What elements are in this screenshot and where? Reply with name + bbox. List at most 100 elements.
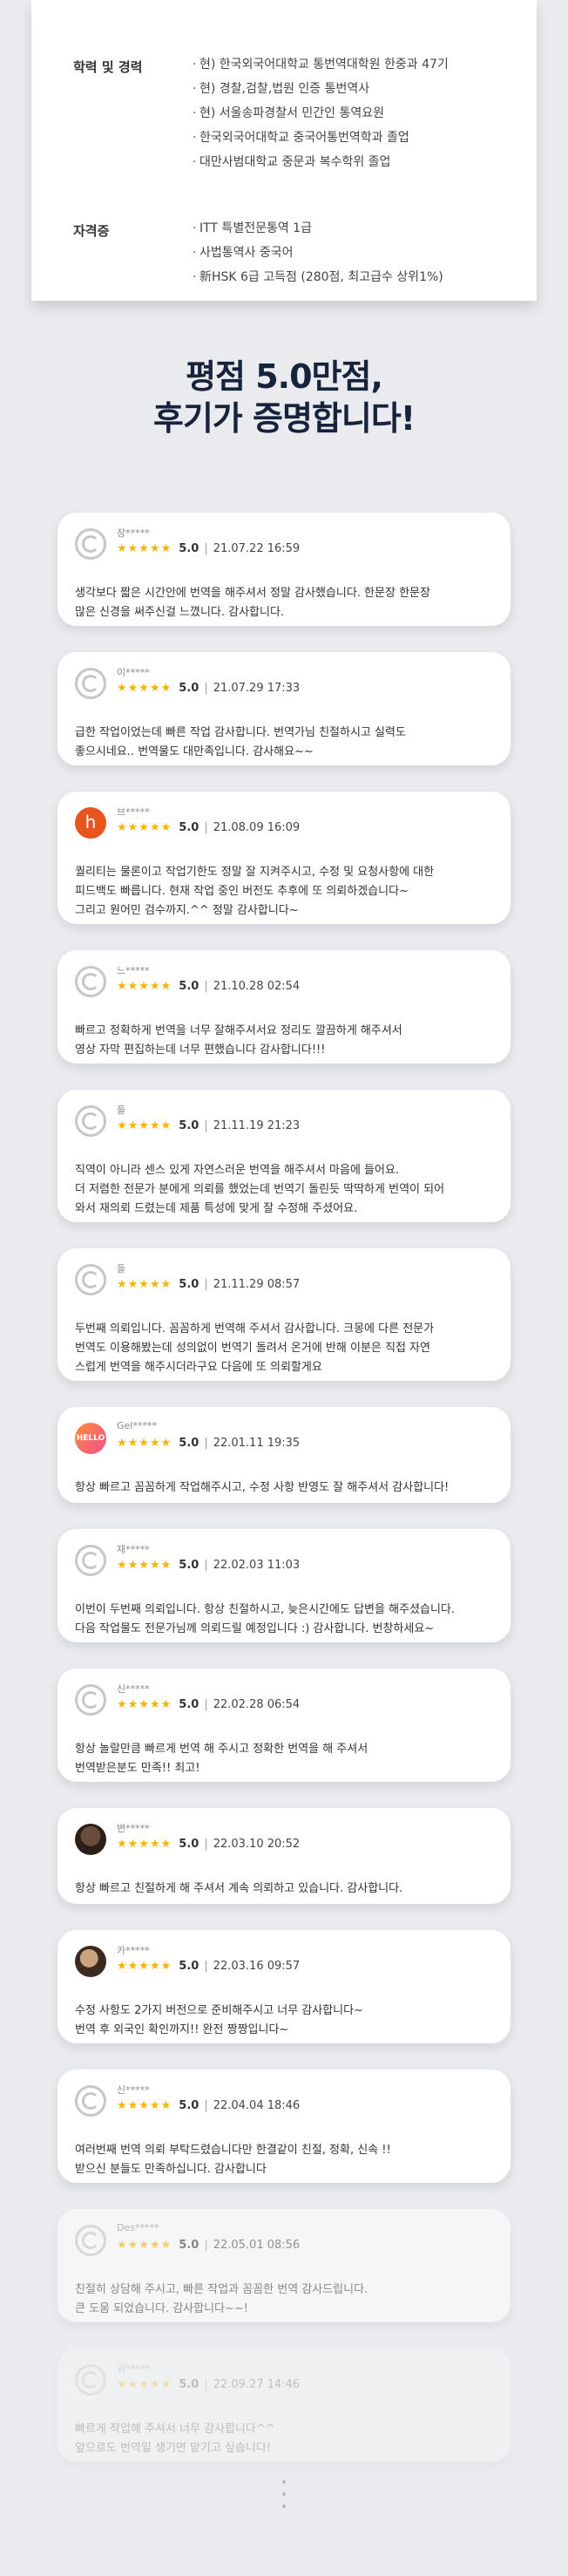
more-dots-icon bbox=[281, 2480, 287, 2517]
review-meta: ★★★★★ 5.0 | 21.07.29 17:33 bbox=[117, 682, 301, 695]
review-text: 항상 빠르고 친절하게 해 주셔서 계속 의뢰하고 있습니다. 감사합니다. bbox=[75, 1879, 502, 1899]
review-score: 5.0 bbox=[179, 2239, 199, 2252]
review-username: 신***** bbox=[117, 2084, 150, 2096]
review-meta: ★★★★★ 5.0 | 22.02.03 11:03 bbox=[117, 1559, 301, 1572]
review-meta: ★★★★★ 5.0 | 22.01.11 19:35 bbox=[117, 1437, 301, 1450]
review-meta: ★★★★★ 5.0 | 22.09.27 14:46 bbox=[117, 2378, 301, 2391]
star-icon: ★★★★★ bbox=[117, 821, 172, 834]
review-card: 카***** ★★★★★ 5.0 | 22.03.16 09:57 수정 사항도 2가… bbox=[57, 1930, 511, 2043]
review-text-line: 많은 신경을 써주신걸 느꼈니다. 감사합니다. bbox=[75, 606, 285, 619]
review-score: 5.0 bbox=[179, 1960, 199, 1973]
review-username: 들 bbox=[117, 1104, 126, 1116]
review-text-line: 이번이 두번째 의뢰입니다. 항상 친절하시고, 늦은시간에도 답변을 해주셨습… bbox=[75, 1603, 456, 1616]
star-icon: ★★★★★ bbox=[117, 1838, 172, 1851]
review-card: 장***** ★★★★★ 5.0 | 21.07.22 16:59 생각보다 짧은 시… bbox=[57, 513, 511, 626]
review-meta: ★★★★★ 5.0 | 22.04.04 18:46 bbox=[117, 2099, 301, 2112]
review-text-line: 여러번째 번역 의뢰 부탁드렸습니다만 한결같이 친절, 정확, 신속 !! bbox=[75, 2144, 391, 2157]
review-text-line: 생각보다 짧은 시간안에 번역을 해주셔서 정말 감사했습니다. 한문장 한문장 bbox=[75, 587, 430, 600]
review-date: 22.02.28 06:54 bbox=[213, 1698, 301, 1711]
user-avatar-icon bbox=[75, 1824, 106, 1855]
review-meta: ★★★★★ 5.0 | 21.11.19 21:23 bbox=[117, 1119, 301, 1132]
review-card: 들 ★★★★★ 5.0 | 21.11.29 08:57 두번째 의뢰입니다. 꼼꼼하… bbox=[57, 1248, 511, 1381]
review-date: 21.08.09 16:09 bbox=[213, 821, 301, 834]
review-meta: ★★★★★ 5.0 | 22.03.10 20:52 bbox=[117, 1838, 301, 1851]
review-date: 21.07.29 17:33 bbox=[213, 682, 301, 695]
review-text-line: 번역도 이용해봤는데 성의없이 번역기 돌려서 온거에 반해 이분은 직접 자연 bbox=[75, 1342, 430, 1355]
review-date: 22.04.04 18:46 bbox=[213, 2099, 301, 2112]
education-label: 학력 및 경력 bbox=[73, 59, 143, 75]
star-icon: ★★★★★ bbox=[117, 2239, 172, 2252]
star-icon: ★★★★★ bbox=[117, 2378, 172, 2391]
review-date: 22.05.01 08:56 bbox=[213, 2239, 301, 2252]
review-text-line: 더 저렴한 전문가 분에게 의뢰를 했었는데 번역기 돌린듯 딱딱하게 번역이 … bbox=[75, 1183, 445, 1196]
review-text: 퀄리티는 물론이고 작업기한도 정말 잘 지켜주시고, 수정 및 요청사항에 대… bbox=[75, 863, 502, 921]
review-meta: ★★★★★ 5.0 | 21.07.22 16:59 bbox=[117, 542, 301, 555]
certification-list: ITT 특별전문통역 1급 사법통역사 중국어 新HSK 6급 고득점 (280… bbox=[193, 216, 541, 289]
star-icon: ★★★★★ bbox=[117, 1698, 172, 1711]
review-card: 재***** ★★★★★ 5.0 | 22.02.03 11:03 이번이 두번째 의… bbox=[57, 1529, 511, 1642]
review-score: 5.0 bbox=[179, 542, 199, 555]
star-icon: ★★★★★ bbox=[117, 1278, 172, 1291]
review-username: 신***** bbox=[117, 1683, 150, 1695]
education-item: 한국외국어대학교 중국어통번역학과 졸업 bbox=[193, 126, 541, 150]
review-text-line: 두번째 의뢰입니다. 꼼꼼하게 번역해 주셔서 감사합니다. 크몽에 다른 전문… bbox=[75, 1322, 435, 1336]
review-text: 빠르고 정확하게 번역을 너무 잘해주셔서요 정리도 깔끔하게 해주셔서 영상 … bbox=[75, 1022, 502, 1060]
review-text-line: 항상 빠르고 친절하게 해 주셔서 계속 의뢰하고 있습니다. 감사합니다. bbox=[75, 1882, 403, 1895]
user-avatar-icon bbox=[75, 1684, 106, 1716]
review-text: 직역이 아니라 센스 있게 자연스러운 번역을 해주셔서 마음에 들어요. 더 … bbox=[75, 1161, 502, 1219]
review-text: 항상 놀랄만큼 빠르게 번역 해 주시고 정확한 번역을 해 주셔서 번역받은분… bbox=[75, 1740, 502, 1778]
star-icon: ★★★★★ bbox=[117, 1119, 172, 1132]
review-date: 21.11.19 21:23 bbox=[213, 1119, 301, 1132]
review-date: 22.03.16 09:57 bbox=[213, 1960, 301, 1973]
review-text: 수정 사항도 2가지 버전으로 준비해주시고 너무 감사합니다~ 번역 후 외국… bbox=[75, 2002, 502, 2040]
review-score: 5.0 bbox=[179, 1838, 199, 1851]
review-page: 학력 및 경력 현) 한국외국어대학교 통번역대학원 한중과 47기 현) 경찰… bbox=[0, 0, 568, 2576]
profile-credentials-card: 학력 및 경력 현) 한국외국어대학교 통번역대학원 한중과 47기 현) 경찰… bbox=[31, 0, 537, 301]
review-username: 장***** bbox=[117, 527, 150, 539]
review-card: 이***** ★★★★★ 5.0 | 21.07.29 17:33 급한 작업이었는데… bbox=[57, 652, 511, 765]
review-date: 21.11.29 08:57 bbox=[213, 1278, 301, 1291]
review-username: 들 bbox=[117, 1263, 126, 1274]
review-text-line: 피드백도 빠릅니다. 현재 작업 중인 버전도 추후에 또 의뢰하겠습니다~ bbox=[75, 885, 409, 898]
headline-line-2: 후기가 증명합니다! bbox=[152, 399, 416, 438]
user-avatar-icon bbox=[75, 966, 106, 997]
star-icon: ★★★★★ bbox=[117, 1559, 172, 1572]
review-username: 귀***** bbox=[117, 2363, 150, 2375]
review-card: 신***** ★★★★★ 5.0 | 22.04.04 18:46 여러번째 번역 의… bbox=[57, 2070, 511, 2183]
review-text-line: 번역받은분도 만족!! 최고! bbox=[75, 1762, 200, 1775]
user-avatar-icon bbox=[75, 668, 106, 699]
review-text-line: 영상 자막 편집하는데 너무 편했습니다 감사합니다!!! bbox=[75, 1043, 326, 1057]
user-avatar-icon bbox=[75, 1105, 106, 1137]
review-text-line: 빠르게 작업해 주셔서 너무 감사합니다^^ bbox=[75, 2423, 275, 2436]
user-avatar-icon: h bbox=[75, 807, 106, 839]
review-text-line: 다음 작업물도 전문가님께 의뢰드릴 예정입니다 :) 감사합니다. 번창하세요… bbox=[75, 1622, 435, 1635]
review-text: 급한 작업이었는데 빠른 작업 감사합니다. 번역가님 친절하시고 실력도 좋으… bbox=[75, 724, 502, 762]
user-avatar-icon bbox=[75, 528, 106, 560]
review-date: 22.02.03 11:03 bbox=[213, 1559, 301, 1572]
review-text: 항상 빠르고 꼼꼼하게 작업해주시고, 수정 사항 반영도 잘 해주셔서 감사합… bbox=[75, 1478, 502, 1498]
review-text-line: 좋으시네요.. 번역물도 대만족입니다. 감사해요~~ bbox=[75, 745, 314, 758]
review-meta: ★★★★★ 5.0 | 21.08.09 16:09 bbox=[117, 821, 301, 834]
user-avatar-icon bbox=[75, 2225, 106, 2256]
review-username: 느***** bbox=[117, 965, 150, 976]
review-text: 두번째 의뢰입니다. 꼼꼼하게 번역해 주셔서 감사합니다. 크몽에 다른 전문… bbox=[75, 1320, 502, 1377]
review-text-line: 퀄리티는 물론이고 작업기한도 정말 잘 지켜주시고, 수정 및 요청사항에 대… bbox=[75, 866, 435, 879]
review-card: 변***** ★★★★★ 5.0 | 22.03.10 20:52 항상 빠르고 친절… bbox=[57, 1808, 511, 1904]
review-text-line: 빠르고 정확하게 번역을 너무 잘해주셔서요 정리도 깔끔하게 해주셔서 bbox=[75, 1024, 402, 1037]
review-text-line: 와서 재의뢰 드렸는데 제품 특성에 맞게 잘 수정해 주셨어요. bbox=[75, 1202, 358, 1215]
review-date: 21.10.28 02:54 bbox=[213, 980, 301, 993]
star-icon: ★★★★★ bbox=[117, 1437, 172, 1450]
review-text-line: 수정 사항도 2가지 버전으로 준비해주시고 너무 감사합니다~ bbox=[75, 2004, 363, 2017]
user-avatar-icon bbox=[75, 2364, 106, 2396]
review-text: 이번이 두번째 의뢰입니다. 항상 친절하시고, 늦은시간에도 답변을 해주셨습… bbox=[75, 1601, 502, 1639]
rating-headline: 평점 5.0만점, 후기가 증명합니다! bbox=[0, 356, 568, 439]
review-username: 카***** bbox=[117, 1945, 150, 1956]
review-text-line: 받으신 분들도 만족하십니다. 감사합니다 bbox=[75, 2163, 267, 2176]
review-text-line: 번역 후 외국인 확인까지!! 완전 짱짱입니다~ bbox=[75, 2023, 289, 2036]
review-card: 귀***** ★★★★★ 5.0 | 22.09.27 14:46 빠르게 작업해 주… bbox=[57, 2348, 511, 2462]
review-text-line: 친절히 상담해 주시고, 빠른 작업과 꼼꼼한 번역 감사드립니다. bbox=[75, 2283, 369, 2296]
review-card: 느***** ★★★★★ 5.0 | 21.10.28 02:54 빠르고 정확하게 … bbox=[57, 950, 511, 1064]
review-score: 5.0 bbox=[179, 1437, 199, 1450]
certification-item: 新HSK 6급 고득점 (280점, 최고급수 상위1%) bbox=[193, 265, 541, 289]
review-username: Gel***** bbox=[117, 1420, 157, 1431]
